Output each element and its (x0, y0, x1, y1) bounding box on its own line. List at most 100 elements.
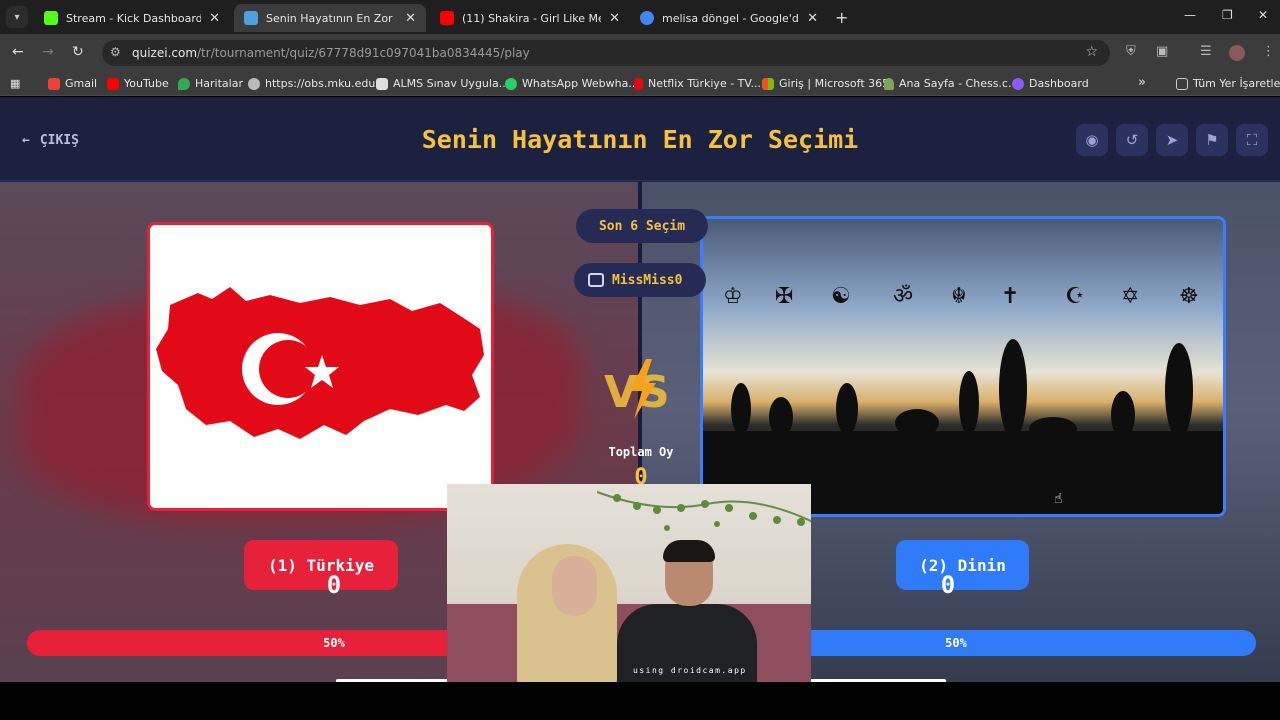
apps-grid-icon[interactable]: ▦ (10, 77, 20, 90)
vs-icon: VS (600, 357, 682, 421)
quiz-page: ← ÇIKIŞ Senin Hayatının En Zor Seçimi ◉ … (0, 97, 1280, 682)
tab-youtube[interactable]: (11) Shakira - Girl Like Me (Ao V ✕ (430, 4, 630, 32)
user-badge: MissMiss0 (574, 263, 706, 297)
tab-title: Stream - Kick Dashboard (66, 11, 202, 25)
turkey-flag-map-image (156, 287, 484, 439)
religions-silhouette-image: ♔ ✠ ☯ ॐ ☬ ✝ ☪ ✡ ☸ (703, 284, 1223, 514)
total-votes-label: Toplam Oy (608, 445, 674, 459)
url-host: quizei.com (132, 46, 198, 60)
close-tab-icon[interactable]: ✕ (807, 11, 818, 26)
all-bookmarks[interactable]: Tüm Yer İşaretleri (1176, 77, 1280, 90)
svg-text:☯: ☯ (831, 284, 851, 309)
bookmark-label: https://obs.mku.edu... (265, 77, 386, 90)
bookmark-label: WhatsApp Webwha... (522, 77, 639, 90)
screen-bottom-edge (0, 682, 1280, 720)
bookmark-label: Netflix Türkiye - TV... (648, 77, 761, 90)
reload-icon[interactable]: ↻ (72, 44, 84, 60)
bookmark-label: Dashboard (1029, 77, 1089, 90)
tab-title: (11) Shakira - Girl Like Me (Ao V (462, 11, 601, 25)
bookmark-maps[interactable]: Haritalar (178, 77, 243, 90)
bookmarks-overflow[interactable]: » (1138, 75, 1146, 90)
username: MissMiss0 (612, 272, 683, 288)
bookmark-chess[interactable]: Ana Sayfa - Chess.c... (884, 77, 1018, 90)
send-icon[interactable]: ➤ (1156, 124, 1188, 156)
fullscreen-icon[interactable]: ⛶ (1236, 124, 1268, 156)
tab-title: melisa döngel - Google'da Ara (662, 11, 799, 25)
svg-text:☸: ☸ (1179, 284, 1199, 309)
extensions-puzzle-icon[interactable]: ▣ (1156, 44, 1168, 59)
netflix-icon (634, 77, 643, 90)
bookmark-whatsapp[interactable]: WhatsApp Webwha... (505, 77, 639, 90)
youtube-favicon-icon (440, 11, 454, 25)
bookmark-label: ALMS Sınav Uygula... (393, 77, 510, 90)
bookmark-netflix[interactable]: Netflix Türkiye - TV... (634, 77, 761, 90)
url-path: /tr/tournament/quiz/67778d91c097041ba083… (197, 46, 530, 60)
back-icon[interactable]: ← (12, 44, 24, 60)
chess-pawn-icon (884, 77, 894, 90)
media-control-icon[interactable]: ☰ (1200, 44, 1212, 59)
tab-kick[interactable]: Stream - Kick Dashboard ✕ (34, 4, 230, 32)
bookmark-obs[interactable]: https://obs.mku.edu... (248, 77, 386, 90)
svg-text:✠: ✠ (775, 284, 793, 309)
quizei-favicon-icon (244, 11, 258, 25)
bookmark-alms[interactable]: ALMS Sınav Uygula... (376, 77, 509, 90)
menu-kebab-icon[interactable]: ⋮ (1262, 44, 1275, 59)
close-window-icon[interactable]: ✕ (1258, 8, 1268, 22)
microsoft-icon (762, 77, 774, 90)
option2-votes: 0 (940, 571, 956, 599)
bookmark-label: Haritalar (195, 77, 243, 90)
person-left-face (552, 556, 597, 616)
shield-extension-icon[interactable]: ⛨ (1126, 44, 1136, 59)
site-info-icon[interactable]: ⚙ (110, 45, 121, 59)
folder-icon (1176, 77, 1188, 90)
document-icon (376, 77, 388, 90)
tab-title: Senin Hayatının En Zor Seçimi - (266, 11, 397, 25)
last-choices-badge[interactable]: Son 6 Seçim (576, 209, 708, 243)
kick-favicon-icon (44, 11, 58, 25)
svg-text:☬: ☬ (951, 284, 967, 309)
person-right-hair (663, 540, 715, 562)
svg-text:✡: ✡ (1121, 284, 1139, 309)
tab-google[interactable]: melisa döngel - Google'da Ara ✕ (630, 4, 828, 32)
maps-pin-icon (178, 77, 190, 90)
whatsapp-icon (505, 77, 517, 90)
all-bookmarks-label: Tüm Yer İşaretleri (1193, 77, 1280, 90)
bookmark-youtube[interactable]: YouTube (107, 77, 169, 90)
flag-icon[interactable]: ⚑ (1196, 124, 1228, 156)
bookmark-label: YouTube (124, 77, 169, 90)
eye-icon[interactable]: ◉ (1076, 124, 1108, 156)
hand-cursor-icon: ☝ (1054, 491, 1063, 507)
option1-votes: 0 (326, 571, 342, 599)
bookmark-gmail[interactable]: Gmail (48, 77, 97, 90)
svg-text:ॐ: ॐ (893, 284, 913, 309)
close-tab-icon[interactable]: ✕ (405, 11, 416, 26)
option1-percent: 50% (323, 636, 345, 650)
option2-card[interactable]: ♔ ✠ ☯ ॐ ☬ ✝ ☪ ✡ ☸ (700, 216, 1226, 517)
close-tab-icon[interactable]: ✕ (609, 11, 620, 26)
new-tab-button[interactable]: + (835, 8, 848, 27)
svg-text:☪: ☪ (1065, 284, 1085, 309)
url-text: quizei.com/tr/tournament/quiz/67778d91c0… (132, 46, 530, 60)
bookmark-label: Ana Sayfa - Chess.c... (899, 77, 1019, 90)
restore-icon[interactable]: ❐ (1222, 8, 1233, 22)
webcam-overlay: using droidcam.app (447, 484, 811, 682)
minimize-icon[interactable]: — (1184, 8, 1196, 22)
svg-text:✝: ✝ (1001, 284, 1019, 309)
forward-icon[interactable]: → (42, 44, 54, 60)
profile-avatar[interactable] (1229, 45, 1245, 61)
quiz-header: ← ÇIKIŞ Senin Hayatının En Zor Seçimi ◉ … (0, 97, 1280, 181)
bookmark-microsoft[interactable]: Giriş | Microsoft 365 (762, 77, 889, 90)
gmail-icon (48, 77, 60, 90)
option1-card[interactable] (147, 222, 494, 511)
close-tab-icon[interactable]: ✕ (209, 11, 220, 26)
bookmark-star-icon[interactable]: ☆ (1085, 44, 1098, 60)
bookmark-label: Giriş | Microsoft 365 (779, 77, 890, 90)
tab-search-button[interactable]: ▾ (6, 6, 28, 28)
tab-quiz[interactable]: Senin Hayatının En Zor Seçimi - ✕ (234, 4, 426, 32)
option2-percent: 50% (945, 636, 967, 650)
bookmark-dashboard[interactable]: Dashboard (1012, 77, 1089, 90)
share-icon[interactable]: ↺ (1116, 124, 1148, 156)
address-bar[interactable]: ⚙ quizei.com/tr/tournament/quiz/67778d91… (102, 40, 1110, 66)
user-avatar-icon (588, 273, 604, 287)
svg-text:♔: ♔ (723, 284, 743, 309)
